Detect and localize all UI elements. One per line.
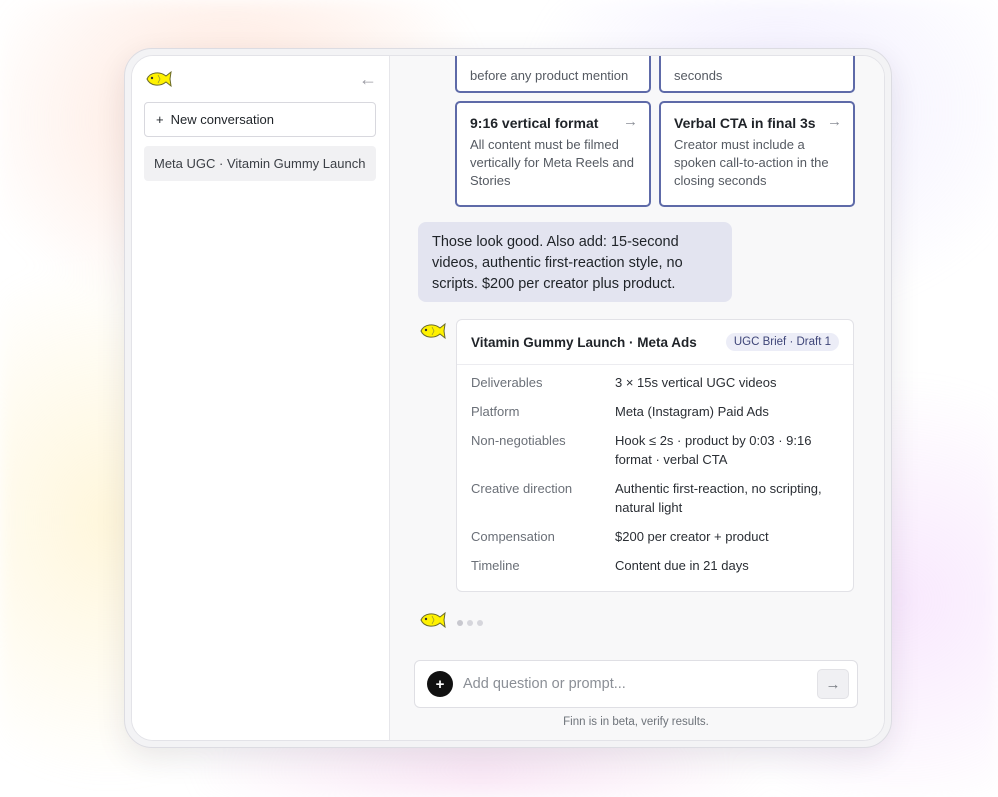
chat-panel: before any product mention seconds 9:16 …	[390, 56, 884, 740]
beta-disclaimer: Finn is in beta, verify results.	[563, 716, 709, 728]
brief-row-label: Platform	[471, 404, 520, 419]
card-title: 9:16 vertical format	[470, 115, 599, 131]
arrow-right-icon: →	[623, 113, 638, 130]
brief-row-value: Meta (Instagram) Paid Ads	[615, 404, 769, 419]
prompt-composer: + →	[414, 660, 858, 708]
send-button[interactable]: →	[817, 669, 849, 699]
arrow-right-icon: →	[825, 675, 841, 693]
prompt-input[interactable]	[463, 676, 817, 692]
arrow-right-icon: →	[827, 113, 842, 130]
fish-icon	[146, 70, 172, 88]
plus-icon: +	[435, 675, 445, 693]
fish-icon	[420, 322, 446, 340]
plus-icon: +	[156, 112, 164, 127]
collapse-sidebar-button[interactable]: ←	[359, 70, 377, 88]
brief-card: Vitamin Gummy Launch · Meta Ads UGC Brie…	[456, 319, 854, 592]
card-description: seconds	[674, 68, 723, 83]
sidebar: ← + New conversation Meta UGC · Vitamin …	[132, 56, 390, 740]
brief-row: Timeline Content due in 21 days	[471, 556, 839, 575]
app-window: ← + New conversation Meta UGC · Vitamin …	[131, 55, 885, 741]
constraint-card[interactable]: seconds	[659, 56, 855, 93]
brief-row-value: Hook ≤ 2s · product by 0:03 · 9:16 forma…	[615, 433, 812, 467]
brief-row-label: Deliverables	[471, 375, 543, 390]
constraint-card[interactable]: Verbal CTA in final 3s → Creator must in…	[659, 101, 855, 207]
brief-row-value: Content due in 21 days	[615, 558, 749, 573]
device-frame: ← + New conversation Meta UGC · Vitamin …	[124, 48, 892, 748]
brief-row-label: Compensation	[471, 529, 555, 544]
fish-icon	[420, 611, 446, 629]
brief-fields: Deliverables 3 × 15s vertical UGC videos…	[457, 365, 853, 575]
brief-row-label: Timeline	[471, 558, 520, 573]
card-title: Verbal CTA in final 3s	[674, 115, 816, 131]
brief-row-value: 3 × 15s vertical UGC videos	[615, 375, 777, 390]
attach-button[interactable]: +	[427, 671, 453, 697]
new-conversation-button[interactable]: + New conversation	[144, 102, 376, 137]
constraint-card[interactable]: before any product mention	[455, 56, 651, 93]
user-message: Those look good. Also add: 15-second vid…	[418, 222, 732, 302]
brief-row-label: Creative direction	[471, 481, 573, 496]
brief-row-value: $200 per creator + product	[615, 529, 769, 544]
card-description: before any product mention	[470, 68, 629, 83]
conversation-item[interactable]: Meta UGC · Vitamin Gummy Launch	[144, 146, 376, 181]
brief-row: Deliverables 3 × 15s vertical UGC videos	[471, 373, 839, 392]
status-badge: UGC Brief · Draft 1	[725, 333, 839, 351]
brief-row: Non-negotiables Hook ≤ 2s · product by 0…	[471, 431, 839, 469]
arrow-left-icon: ←	[359, 69, 377, 89]
conversation-item-label: Meta UGC · Vitamin Gummy Launch	[154, 156, 366, 171]
typing-dot	[477, 620, 483, 626]
brief-row-label: Non-negotiables	[471, 433, 566, 448]
brief-row-value: Authentic first-reaction, no scripting, …	[615, 481, 822, 515]
typing-dot	[467, 620, 473, 626]
card-description: All content must be filmed vertically fo…	[470, 137, 635, 188]
brief-row: Platform Meta (Instagram) Paid Ads	[471, 402, 839, 421]
brief-header: Vitamin Gummy Launch · Meta Ads UGC Brie…	[457, 320, 853, 365]
brief-title: Vitamin Gummy Launch · Meta Ads	[471, 334, 697, 350]
brief-row: Compensation $200 per creator + product	[471, 527, 839, 546]
brief-row: Creative direction Authentic first-react…	[471, 479, 839, 517]
typing-dot	[457, 620, 463, 626]
constraint-card[interactable]: 9:16 vertical format → All content must …	[455, 101, 651, 207]
new-conversation-label: New conversation	[170, 112, 274, 127]
card-description: Creator must include a spoken call-to-ac…	[674, 137, 829, 188]
typing-indicator	[457, 620, 483, 626]
